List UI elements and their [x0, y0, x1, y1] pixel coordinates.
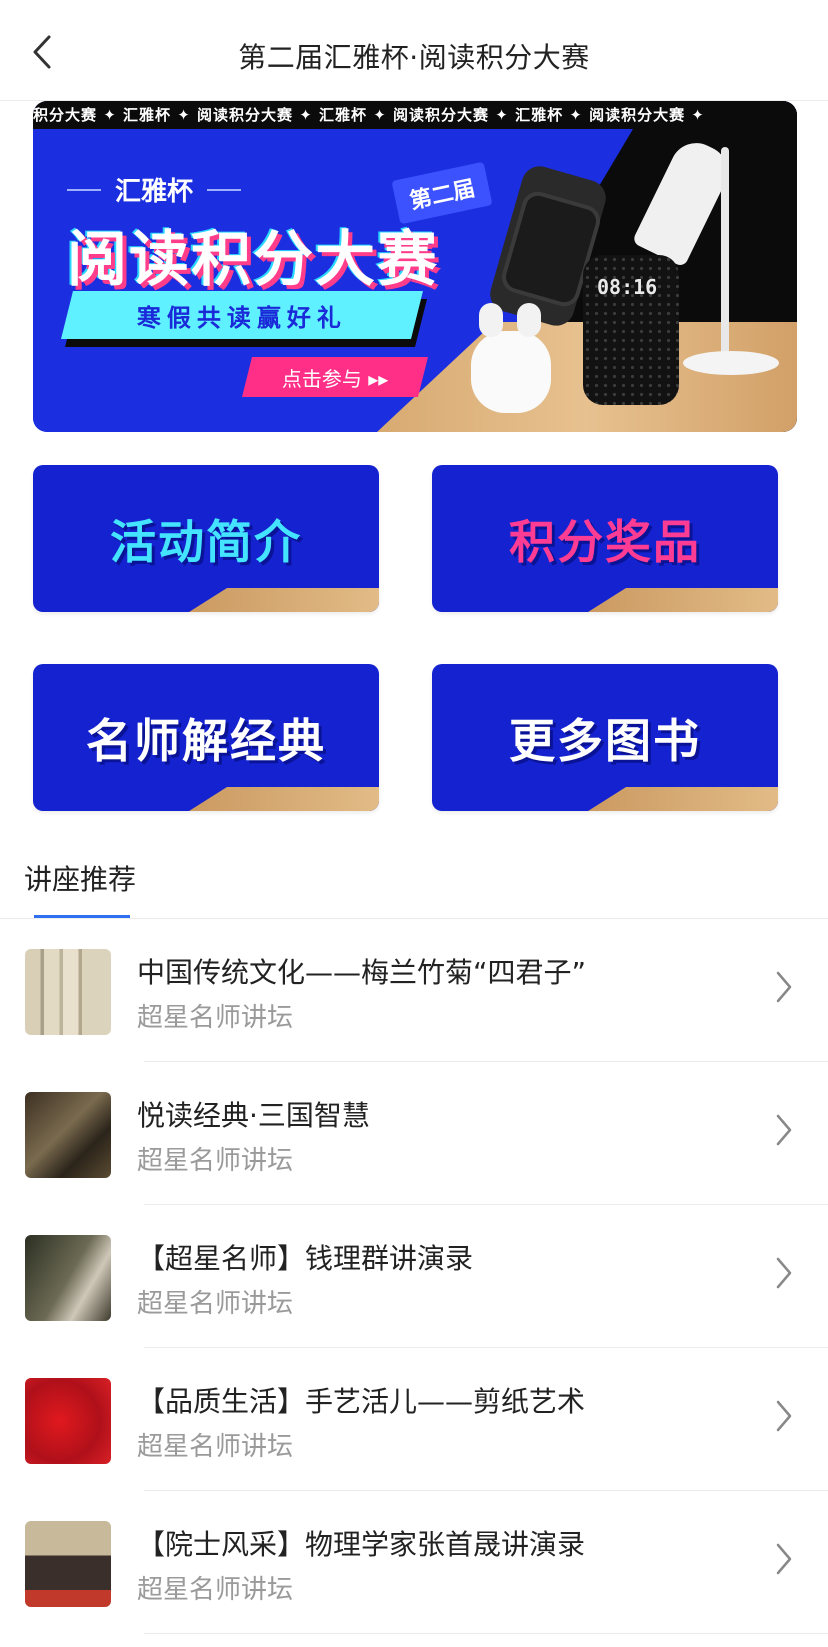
top-bar: 第二届汇雅杯·阅读积分大赛: [0, 0, 828, 101]
chevron-right-icon: [776, 1114, 792, 1146]
lecture-item-three-kingdoms[interactable]: 悦读经典·三国智慧 超星名师讲坛: [0, 1062, 828, 1205]
tile-activity-intro[interactable]: 活动简介: [33, 465, 379, 612]
lecture-thumbnail: [25, 1092, 111, 1178]
brand-rule-left: [67, 188, 101, 191]
chevron-right-icon: [776, 971, 792, 1003]
tile-more-books[interactable]: 更多图书: [432, 664, 778, 811]
earbud-left: [479, 303, 503, 337]
brand-rule-right: [207, 188, 242, 191]
lecture-source: 超星名师讲坛: [137, 1003, 294, 1033]
lecture-source: 超星名师讲坛: [137, 1432, 294, 1462]
tile-label: 积分奖品: [509, 514, 701, 569]
speaker-clock: 08:16: [597, 275, 658, 299]
join-button[interactable]: 点击参与 ▸▸: [242, 357, 428, 397]
chevron-right-icon: [776, 1400, 792, 1432]
tile-master-classics[interactable]: 名师解经典: [33, 664, 379, 811]
tile-point-prizes[interactable]: 积分奖品: [432, 465, 778, 612]
brand-text: 汇雅杯: [115, 177, 194, 207]
desk-lamp-base: [683, 351, 779, 375]
tile-label: 活动简介: [110, 514, 302, 569]
chevron-right-icon: [776, 1543, 792, 1575]
banner-ticker: 积分大赛 ✦ 汇雅杯 ✦ 阅读积分大赛 ✦ 汇雅杯 ✦ 阅读积分大赛 ✦ 汇雅杯…: [33, 101, 797, 129]
tile-label: 名师解经典: [86, 713, 326, 768]
lecture-title: 【品质生活】手艺活儿——剪纸艺术: [137, 1385, 586, 1418]
earbuds-image: [471, 303, 551, 413]
lecture-item-zhang-shousheng[interactable]: 【院士风采】物理学家张首晟讲演录 超星名师讲坛: [0, 1491, 828, 1634]
tile-label: 更多图书: [509, 713, 701, 768]
slogan-strip: 寒假共读赢好礼: [61, 291, 423, 339]
slogan-text: 寒假共读赢好礼: [137, 303, 347, 332]
section-tab-indicator: [34, 915, 130, 918]
smart-speaker-image: 08:16: [583, 255, 679, 405]
lecture-source: 超星名师讲坛: [137, 1289, 294, 1319]
lecture-title: 【超星名师】钱理群讲演录: [137, 1242, 474, 1275]
promo-banner[interactable]: 积分大赛 ✦ 汇雅杯 ✦ 阅读积分大赛 ✦ 汇雅杯 ✦ 阅读积分大赛 ✦ 汇雅杯…: [33, 101, 797, 432]
lecture-source: 超星名师讲坛: [137, 1146, 294, 1176]
lecture-item-qian-liqun[interactable]: 【超星名师】钱理群讲演录 超星名师讲坛: [0, 1205, 828, 1348]
banner-title: 阅读积分大赛: [67, 225, 439, 295]
desk-lamp-arm: [721, 147, 729, 362]
lecture-thumbnail: [25, 1378, 111, 1464]
lecture-thumbnail: [25, 949, 111, 1035]
banner-brand: 汇雅杯: [67, 171, 242, 208]
lecture-title: 【院士风采】物理学家张首晟讲演录: [137, 1528, 586, 1561]
lecture-title: 悦读经典·三国智慧: [137, 1099, 370, 1132]
page-title: 第二届汇雅杯·阅读积分大赛: [238, 41, 590, 74]
lecture-item-paper-cutting[interactable]: 【品质生活】手艺活儿——剪纸艺术 超星名师讲坛: [0, 1348, 828, 1491]
join-button-label: 点击参与 ▸▸: [281, 366, 389, 391]
row-divider: [144, 1633, 828, 1634]
lecture-source: 超星名师讲坛: [137, 1575, 294, 1605]
earbud-right: [517, 303, 541, 337]
lecture-thumbnail: [25, 1235, 111, 1321]
lecture-title: 中国传统文化——梅兰竹菊“四君子”: [137, 956, 587, 989]
lecture-thumbnail: [25, 1521, 111, 1607]
section-title: 讲座推荐: [24, 863, 137, 896]
chevron-right-icon: [776, 1257, 792, 1289]
lecture-item-plum-orchid[interactable]: 中国传统文化——梅兰竹菊“四君子” 超星名师讲坛: [0, 919, 828, 1062]
